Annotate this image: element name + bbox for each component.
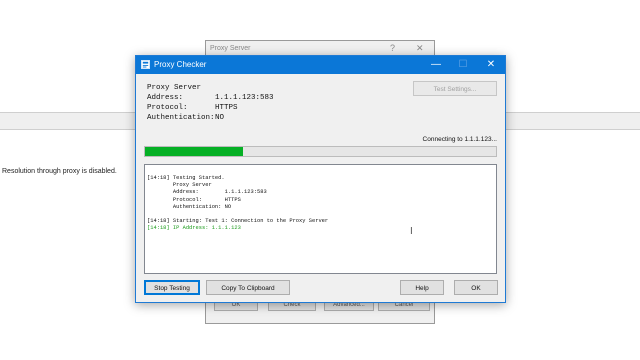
proxy-info-heading: Proxy Server [147,84,202,92]
log-line: [14:18] IP Address: 1.1.1.123 [147,225,241,232]
progress-bar [144,146,497,157]
protocol-value: HTTPS [215,104,238,112]
log-line: [14:18] Starting: Test 1: Connection to … [147,218,329,225]
ok-button[interactable]: OK [454,280,498,295]
minimize-icon[interactable]: — [422,56,450,74]
help-button[interactable]: Help [400,280,444,295]
test-log[interactable]: [14:18] Testing Started. Proxy Server Ad… [144,164,497,274]
proxy-checker-window: Proxy Checker — ☐ ✕ Proxy Server Address… [135,55,506,303]
close-icon[interactable]: ✕ [416,43,424,54]
close-window-icon[interactable]: ✕ [477,56,505,74]
proxy-resolution-message: Resolution through proxy is disabled. [2,168,117,175]
title-bar[interactable]: Proxy Checker — ☐ ✕ [136,56,505,74]
proxy-server-dialog-title: Proxy Server [210,45,251,52]
log-line: Authentication: NO [147,203,232,210]
authentication-label: Authentication: [147,114,215,122]
text-cursor-icon: I [410,226,413,237]
log-line: [14:18] Testing Started. [147,175,225,181]
progress-fill [145,147,244,156]
stop-testing-button[interactable]: Stop Testing [144,280,200,295]
address-label: Address: [147,94,184,102]
log-line: Protocol: HTTPS [147,196,241,203]
test-settings-button[interactable]: Test Settings... [413,81,497,96]
help-icon[interactable]: ? [390,43,395,53]
address-value: 1.1.1.123:583 [215,94,274,102]
proxy-checker-app-icon [141,60,150,69]
proxy-info-block: Proxy Server Address: 1.1.1.123:583 Proto… [147,83,274,123]
log-line: Address: 1.1.1.123:583 [147,189,267,196]
window-title: Proxy Checker [154,60,207,69]
log-line: Proxy Server [147,182,212,189]
protocol-label: Protocol: [147,104,188,112]
maximize-icon[interactable]: ☐ [449,56,477,74]
authentication-value: NO [215,114,225,122]
copy-to-clipboard-button[interactable]: Copy To Clipboard [206,280,290,295]
connection-status: Connecting to 1.1.1.123... [422,136,497,143]
